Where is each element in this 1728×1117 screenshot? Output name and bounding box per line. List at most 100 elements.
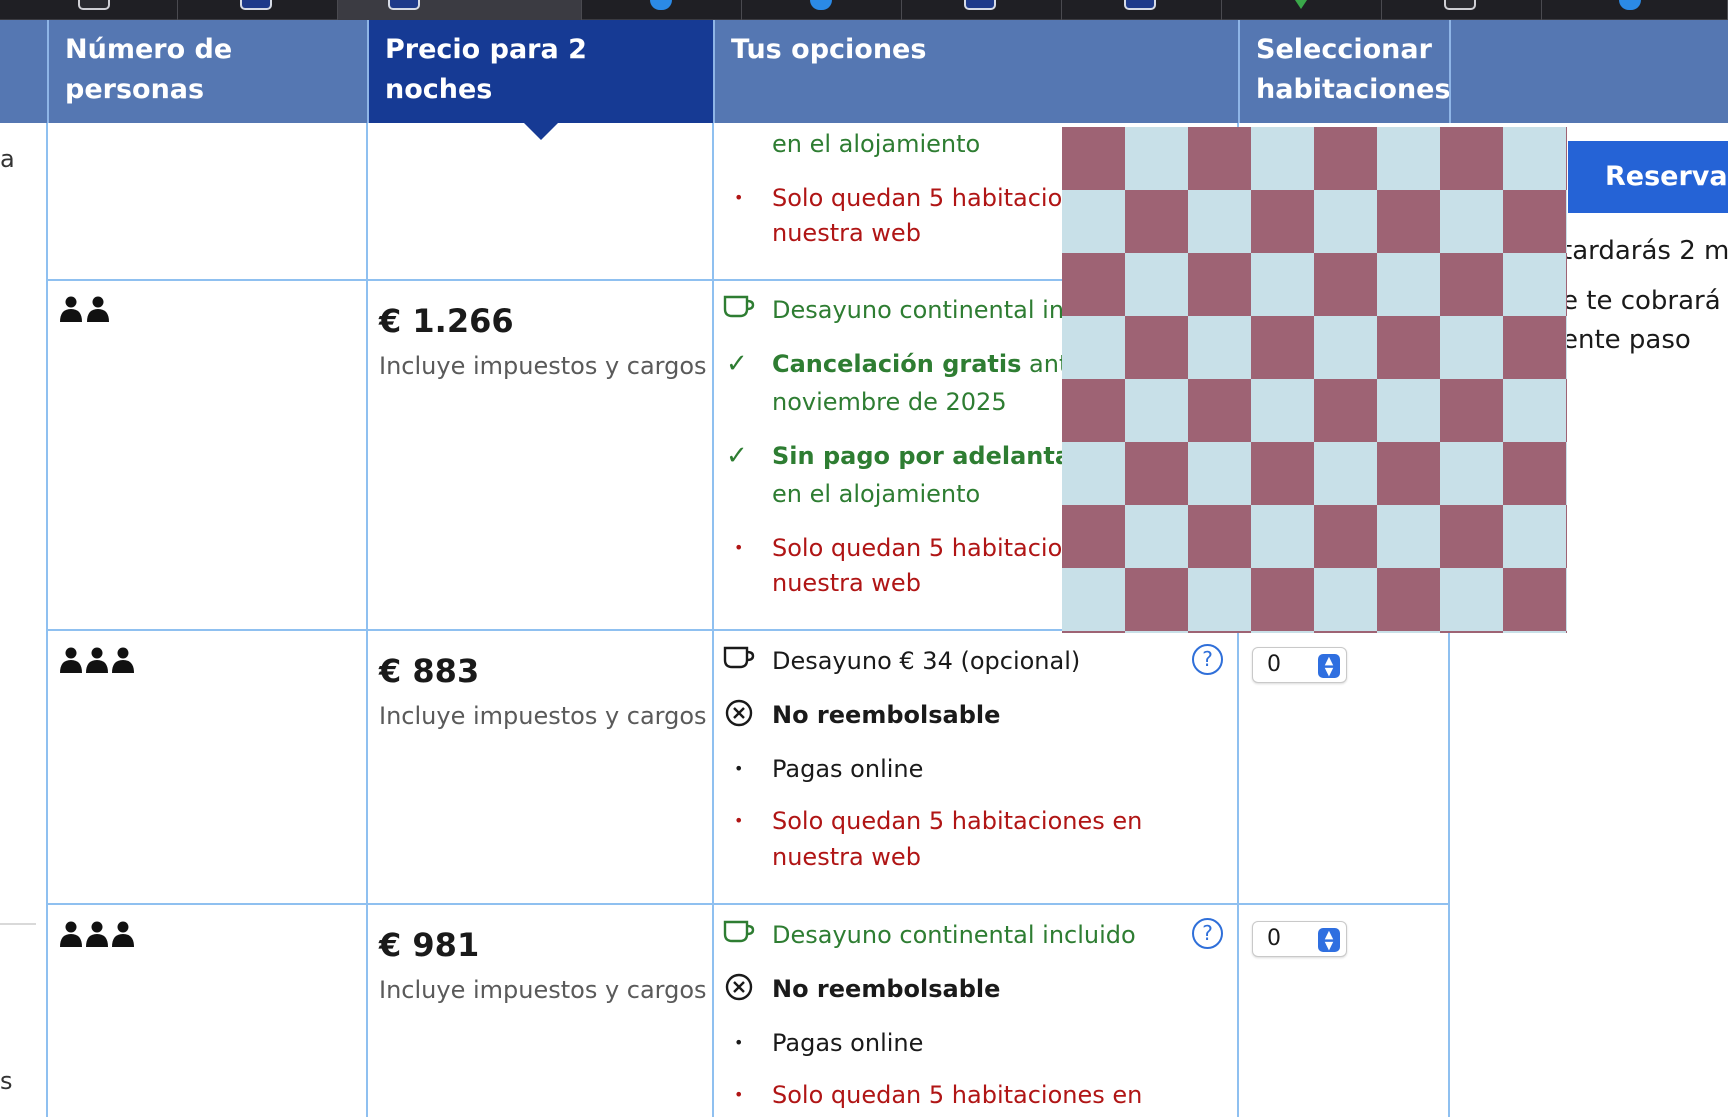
- scarcity-line2: nuestra web: [772, 843, 921, 871]
- coffee-cup-icon: [722, 643, 756, 681]
- browser-tab-strip: [0, 0, 1728, 20]
- free-cancellation-date: noviembre de 2025: [772, 388, 1007, 416]
- free-cancellation-bold: Cancelación gratis: [772, 350, 1022, 378]
- reserve-button[interactable]: Reservare: [1568, 141, 1728, 213]
- non-refundable: No reembolsable: [772, 701, 1001, 729]
- payment-online: Pagas online: [772, 1029, 924, 1057]
- price-note: Incluye impuestos y cargos: [379, 702, 707, 730]
- header-persons-label: Número de personas: [65, 34, 233, 105]
- partial-prepay-line: en el alojamiento: [772, 130, 981, 158]
- bullet-icon: •: [734, 538, 744, 557]
- price-cell: € 883 Incluye impuestos y cargos: [379, 652, 707, 730]
- browser-tab[interactable]: [0, 0, 178, 20]
- header-select-line2: habitaciones: [1256, 74, 1451, 105]
- browser-tab[interactable]: [178, 0, 338, 20]
- browser-tab[interactable]: [1542, 0, 1728, 20]
- room-quantity-select[interactable]: 0 ▲ ▼: [1252, 647, 1347, 683]
- browser-tab[interactable]: [1382, 0, 1542, 20]
- sidebar-note-line3: ente paso: [1562, 325, 1691, 355]
- room-quantity-select[interactable]: 0 ▲ ▼: [1252, 921, 1347, 957]
- partial-scarcity-line1: Solo quedan 5 habitacione: [772, 184, 1093, 212]
- persons-3-icon: [58, 921, 136, 953]
- browser-tab[interactable]: [1062, 0, 1222, 20]
- browser-tab-active[interactable]: [338, 0, 582, 20]
- left-divider: [0, 923, 36, 925]
- grid-line: [1448, 633, 1450, 1117]
- price-value: € 1.266: [379, 302, 514, 340]
- header-select-rooms: Seleccionar habitaciones: [1238, 20, 1451, 123]
- partial-scarcity-line2: nuestra web: [772, 219, 921, 247]
- room-quantity-value: 0: [1267, 652, 1281, 677]
- browser-tab[interactable]: [1222, 0, 1382, 20]
- checkmark-icon: ✓: [726, 441, 748, 471]
- bullet-icon: •: [734, 1085, 744, 1104]
- header-persons: Número de personas: [47, 20, 368, 123]
- persons-3-icon: [58, 647, 136, 679]
- price-cell: € 1.266 Incluye impuestos y cargos: [379, 302, 707, 380]
- bullet-icon: •: [734, 759, 744, 778]
- header-price: Precio para 2 noches: [367, 20, 714, 123]
- payment-online: Pagas online: [772, 755, 924, 783]
- stepper-icon: ▲ ▼: [1318, 654, 1340, 678]
- sidebar-note-line2: e te cobrará e: [1562, 286, 1728, 316]
- scarcity-line1: Solo quedan 5 habitaciones en: [772, 807, 1143, 835]
- no-prepayment: Sin pago por adelantado: [772, 442, 1105, 470]
- browser-tab[interactable]: [582, 0, 742, 20]
- breakfast-label: Desayuno continental incl: [772, 296, 1084, 324]
- bullet-icon: •: [734, 188, 744, 207]
- header-options: Tus opciones: [713, 20, 1239, 123]
- help-icon[interactable]: ?: [1192, 918, 1223, 949]
- tab-favicon-icon: [1619, 0, 1641, 10]
- tab-favicon-icon: [810, 0, 832, 10]
- breakfast-label: Desayuno € 34 (opcional): [772, 647, 1081, 675]
- grid-line: [366, 123, 368, 1117]
- price-value: € 981: [379, 926, 480, 964]
- non-refundable: No reembolsable: [772, 975, 1001, 1003]
- header-options-label: Tus opciones: [731, 34, 927, 65]
- sidebar-note-line1: tardarás 2 m: [1562, 236, 1728, 266]
- tab-favicon-icon: [78, 0, 110, 10]
- coffee-cup-icon: [722, 917, 756, 955]
- price-value: € 883: [379, 652, 480, 690]
- grid-line: [46, 123, 48, 1117]
- bullet-icon: •: [734, 811, 744, 830]
- scarcity-line1: Solo quedan 5 habitaciones en: [772, 1081, 1143, 1109]
- header-price-label: Precio para 2 noches: [385, 34, 587, 105]
- no-refund-icon: [722, 971, 756, 1013]
- bullet-icon: •: [734, 1033, 744, 1052]
- tab-favicon-icon: [650, 0, 672, 10]
- persons-2-icon: [58, 296, 112, 330]
- scarcity-line1: Solo quedan 5 habitacione: [772, 534, 1093, 562]
- breakfast-label: Desayuno continental incluido: [772, 921, 1136, 949]
- price-note: Incluye impuestos y cargos: [379, 976, 707, 1004]
- grid-line: [712, 123, 714, 1117]
- coffee-cup-icon: [722, 292, 756, 330]
- sort-caret-icon: [524, 123, 558, 140]
- scarcity-line2: nuestra web: [772, 569, 921, 597]
- help-icon[interactable]: ?: [1192, 644, 1223, 675]
- left-text-fragment: a: [0, 145, 15, 173]
- row-divider: [46, 279, 1064, 281]
- row-divider: [46, 903, 1450, 905]
- header-select-line1: Seleccionar: [1256, 34, 1432, 65]
- booking-favicon-icon: [240, 0, 272, 10]
- browser-tab[interactable]: [742, 0, 902, 20]
- tab-favicon-icon: [1444, 0, 1476, 10]
- booking-favicon-icon: [964, 0, 996, 10]
- checkmark-icon: ✓: [726, 349, 748, 379]
- booking-favicon-icon: [388, 0, 420, 10]
- checkerboard-overlay: [1062, 127, 1567, 633]
- tab-favicon-icon: [1295, 0, 1307, 9]
- header-empty: [1449, 20, 1728, 123]
- stepper-icon: ▲ ▼: [1318, 928, 1340, 952]
- table-header: Número de personas Precio para 2 noches …: [0, 20, 1728, 123]
- price-cell: € 981 Incluye impuestos y cargos: [379, 926, 707, 1004]
- room-quantity-value: 0: [1267, 926, 1281, 951]
- price-note: Incluye impuestos y cargos: [379, 352, 707, 380]
- free-cancellation: Cancelación gratis antes: [772, 346, 1096, 382]
- left-text-fragment: s: [0, 1067, 13, 1095]
- browser-tab[interactable]: [902, 0, 1062, 20]
- booking-favicon-icon: [1124, 0, 1156, 10]
- no-refund-icon: [722, 697, 756, 739]
- no-prepayment-detail: en el alojamiento: [772, 480, 981, 508]
